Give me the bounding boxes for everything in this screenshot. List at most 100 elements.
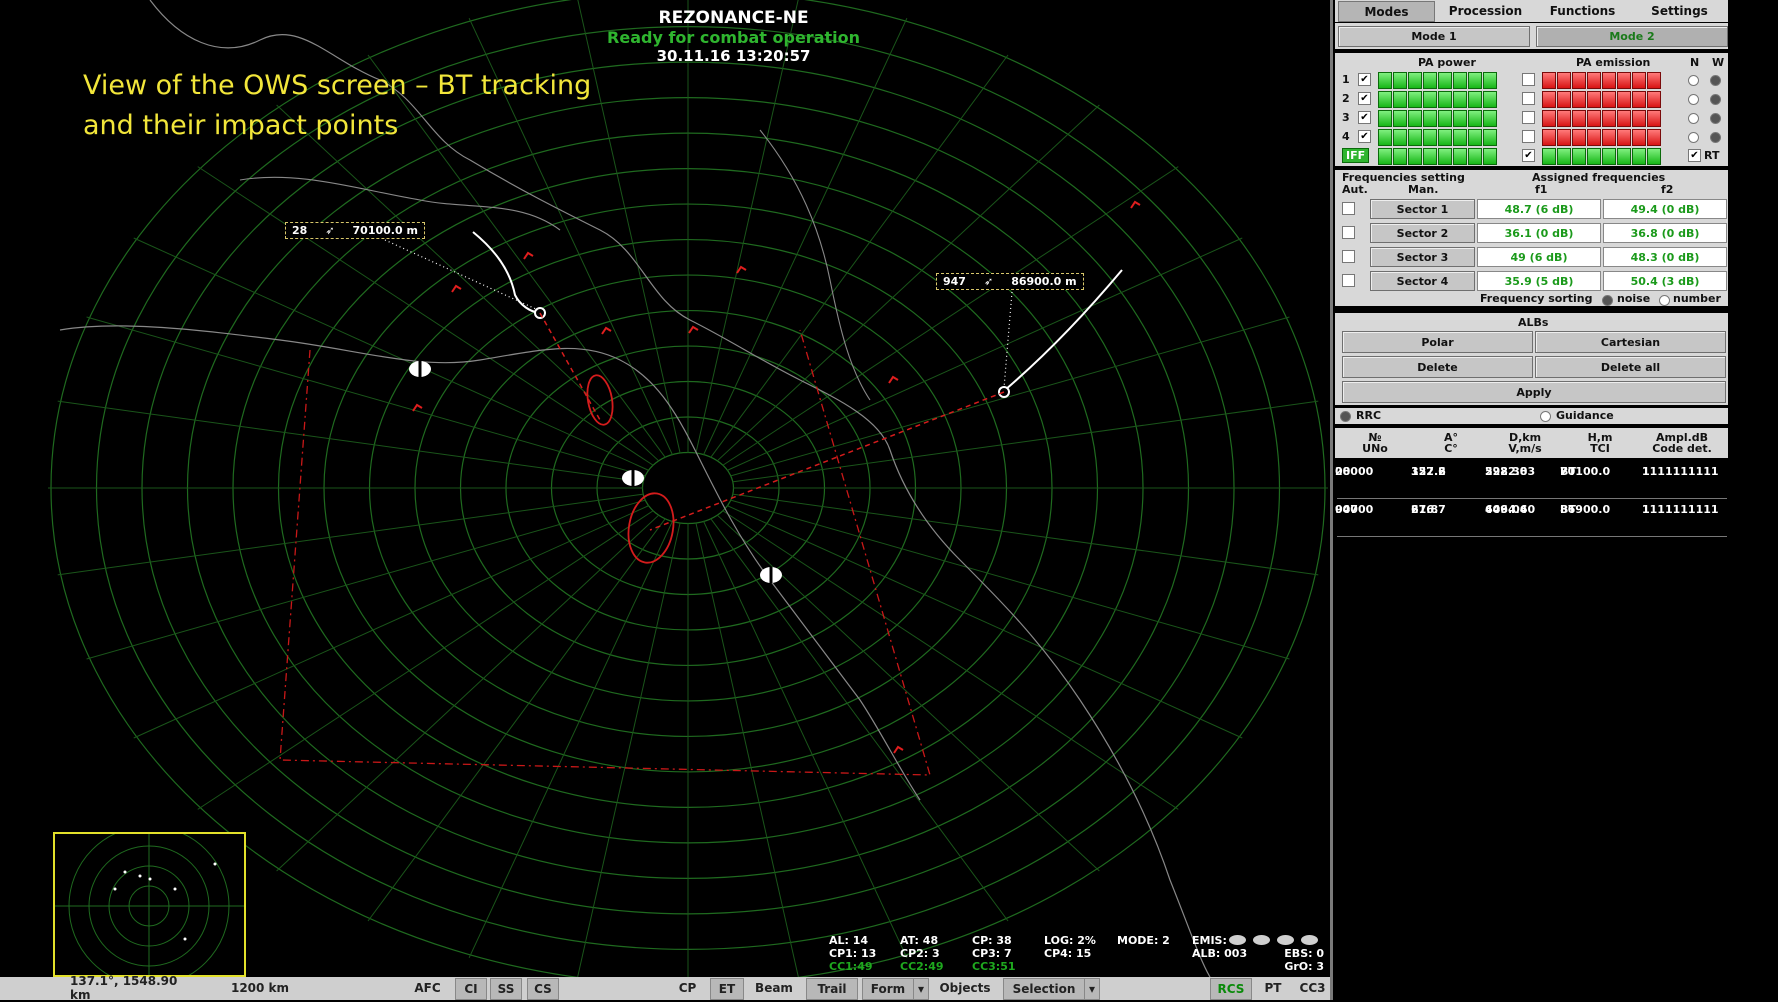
rt-label: RT: [1704, 149, 1720, 162]
pa-power-cell: [1378, 110, 1392, 127]
threat-marker: [888, 375, 899, 384]
pa-emission-checkbox[interactable]: [1522, 111, 1535, 124]
sector-button[interactable]: Sector 2: [1370, 223, 1475, 243]
emis-indicator-4: [1301, 935, 1318, 945]
pa-power-cell: [1378, 129, 1392, 146]
trail-button[interactable]: Trail: [806, 978, 858, 1000]
rt-cell: [1617, 148, 1631, 165]
delete-button[interactable]: Delete: [1342, 356, 1533, 378]
ci-button[interactable]: CI: [455, 978, 487, 1000]
iff-cell: [1393, 148, 1407, 165]
target-altitude: 86900.0 m: [1011, 275, 1077, 288]
sector-f1-value[interactable]: 49 (6 dB): [1477, 247, 1601, 267]
w-radio[interactable]: [1710, 94, 1721, 105]
sector-auto-checkbox[interactable]: [1342, 250, 1355, 263]
cc3-label[interactable]: CC3: [1295, 978, 1330, 998]
pt-label[interactable]: PT: [1258, 978, 1288, 998]
sector-f2-value[interactable]: 48.3 (0 dB): [1603, 247, 1727, 267]
pa-row-label: 4: [1342, 130, 1350, 143]
cs-button[interactable]: CS: [527, 978, 559, 1000]
table-row[interactable]: 28 00000 327.6 152.2 522.30 2982.83 70100.0 BT 1…: [1335, 462, 1727, 499]
rcs-button[interactable]: RCS: [1210, 978, 1252, 1000]
n-radio[interactable]: [1688, 75, 1699, 86]
pa-power-checkbox[interactable]: ✔: [1358, 111, 1371, 124]
target-id: 28: [292, 224, 308, 237]
tab-settings[interactable]: Settings: [1632, 1, 1727, 20]
pa-emission-checkbox[interactable]: [1522, 130, 1535, 143]
polar-button[interactable]: Polar: [1342, 331, 1533, 353]
form-dropdown-icon[interactable]: ▾: [913, 978, 929, 1000]
sector-f1-value[interactable]: 48.7 (6 dB): [1477, 199, 1601, 219]
target-altitude: 70100.0 m: [352, 224, 418, 237]
pa-power-checkbox[interactable]: ✔: [1358, 130, 1371, 143]
form-button[interactable]: Form: [862, 978, 914, 1000]
mode-2-button[interactable]: Mode 2: [1536, 26, 1728, 47]
target-label-28[interactable]: 28 ➶ 70100.0 m: [285, 222, 425, 239]
delete-all-button[interactable]: Delete all: [1535, 356, 1726, 378]
pa-power-checkbox[interactable]: ✔: [1358, 73, 1371, 86]
sector-button[interactable]: Sector 4: [1370, 271, 1475, 291]
sector-button[interactable]: Sector 3: [1370, 247, 1475, 267]
pa-emission-cell: [1542, 72, 1556, 89]
sector-f2-value[interactable]: 49.4 (0 dB): [1603, 199, 1727, 219]
guidance-label: Guidance: [1556, 409, 1614, 422]
sector-auto-checkbox[interactable]: [1342, 274, 1355, 287]
pa-emission-cell: [1557, 72, 1571, 89]
sector-f2-value[interactable]: 36.8 (0 dB): [1603, 223, 1727, 243]
tab-modes[interactable]: Modes: [1338, 1, 1435, 22]
cartesian-button[interactable]: Cartesian: [1535, 331, 1726, 353]
azimuth-spoke: [726, 505, 1243, 739]
rt-checkbox[interactable]: ✔: [1688, 149, 1701, 162]
rrc-radio[interactable]: [1340, 411, 1351, 422]
guidance-radio[interactable]: [1540, 411, 1551, 422]
target-label-947[interactable]: 947 ➶ 86900.0 m: [936, 273, 1084, 290]
tab-procession[interactable]: Procession: [1438, 1, 1533, 20]
pa-power-cell: [1438, 72, 1452, 89]
tab-functions[interactable]: Functions: [1535, 1, 1630, 20]
sector-f1-value[interactable]: 35.9 (5 dB): [1477, 271, 1601, 291]
objects-label[interactable]: Objects: [935, 978, 995, 998]
selection-dropdown-icon[interactable]: ▾: [1084, 978, 1100, 1000]
sector-f1-value[interactable]: 36.1 (0 dB): [1477, 223, 1601, 243]
pa-power-cell: [1453, 129, 1467, 146]
pa-power-checkbox[interactable]: ✔: [1358, 92, 1371, 105]
pa-emission-checkbox[interactable]: [1522, 92, 1535, 105]
pa-emission-cell: [1602, 91, 1616, 108]
sort-noise-radio[interactable]: [1602, 295, 1613, 306]
pa-row-label: 2: [1342, 92, 1350, 105]
system-status: Ready for combat operation: [607, 28, 860, 47]
pa-power-cell: [1468, 110, 1482, 127]
ss-button[interactable]: SS: [490, 978, 522, 1000]
sector-f2-value[interactable]: 50.4 (3 dB): [1603, 271, 1727, 291]
apply-button[interactable]: Apply: [1342, 381, 1726, 403]
radar-display[interactable]: View of the OWS screen – BT tracking and…: [0, 0, 1330, 977]
range-ring: [641, 451, 735, 525]
pa-emission-checkbox[interactable]: [1522, 73, 1535, 86]
pa-emission-cell: [1617, 129, 1631, 146]
stats-col-3: CP: 38 CP3: 7 CC3:51: [972, 934, 1016, 973]
pa-emission-cell: [1602, 129, 1616, 146]
sector-auto-checkbox[interactable]: [1342, 226, 1355, 239]
azimuth-spoke: [702, 520, 908, 959]
w-radio[interactable]: [1710, 113, 1721, 124]
sector-auto-checkbox[interactable]: [1342, 202, 1355, 215]
w-radio[interactable]: [1710, 132, 1721, 143]
et-button[interactable]: ET: [710, 978, 744, 1000]
pa-row-label: 3: [1342, 111, 1350, 124]
beam-label[interactable]: Beam: [750, 978, 798, 998]
overview-minimap[interactable]: [53, 832, 246, 977]
threat-marker: [1130, 200, 1141, 209]
n-radio[interactable]: [1688, 113, 1699, 124]
sector-button[interactable]: Sector 1: [1370, 199, 1475, 219]
n-radio[interactable]: [1688, 132, 1699, 143]
cp-label[interactable]: CP: [670, 978, 705, 998]
rt-cell: [1647, 148, 1661, 165]
iff-checkbox[interactable]: ✔: [1522, 149, 1535, 162]
selection-button[interactable]: Selection: [1003, 978, 1085, 1000]
n-radio[interactable]: [1688, 94, 1699, 105]
sort-number-radio[interactable]: [1659, 295, 1670, 306]
w-radio[interactable]: [1710, 75, 1721, 86]
table-row[interactable]: 947 00000 67.8 216.7 646.04 4094.60 86900.0 BT 1…: [1335, 500, 1727, 537]
threat-marker: [451, 284, 462, 293]
mode-1-button[interactable]: Mode 1: [1338, 26, 1530, 47]
